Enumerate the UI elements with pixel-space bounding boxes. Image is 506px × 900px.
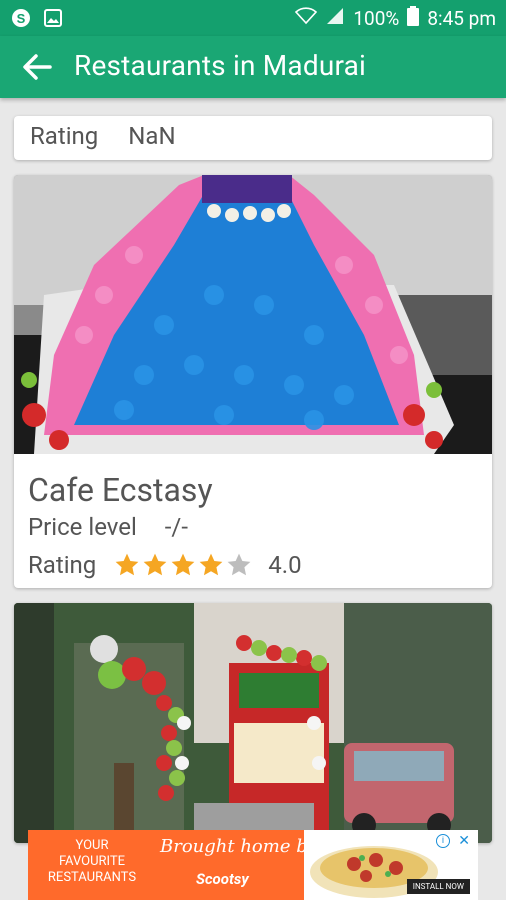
price-level-label: Price level: [28, 513, 137, 541]
status-bar: S 100% 8:45 pm: [0, 0, 506, 36]
ad-tagline: YOUR FAVOURITE RESTAURANTS: [47, 838, 137, 885]
page-title: Restaurants in Madurai: [74, 49, 367, 82]
rating-stars: [114, 552, 252, 578]
ad-brand: Scootsy: [196, 870, 249, 888]
star-filled-icon: [143, 553, 167, 576]
image-icon: [42, 7, 64, 29]
signal-icon: [325, 7, 345, 30]
rating-label: Rating: [30, 122, 99, 150]
restaurant-card[interactable]: Cafe Ecstasy Price level -/- Rating 4.0: [14, 175, 492, 588]
ad-banner[interactable]: YOUR FAVOURITE RESTAURANTS Brought home …: [28, 830, 478, 900]
rating-value: NaN: [128, 122, 176, 150]
skype-icon: S: [10, 7, 32, 29]
battery-icon: [407, 6, 420, 31]
restaurant-photo: [14, 175, 492, 454]
price-level-value: -/-: [164, 513, 188, 541]
rating-value: 4.0: [268, 551, 302, 579]
ad-close-icon[interactable]: ✕: [458, 833, 470, 849]
svg-text:S: S: [17, 11, 26, 26]
star-filled-icon: [199, 553, 223, 576]
restaurant-card-partial[interactable]: Rating NaN: [14, 116, 492, 160]
restaurant-name: Cafe Ecstasy: [28, 471, 213, 509]
wifi-icon: [295, 7, 318, 30]
rating-label: Rating: [28, 551, 97, 579]
restaurant-card[interactable]: [14, 603, 492, 843]
restaurant-photo: [14, 603, 492, 843]
battery-percent: 100%: [353, 7, 400, 30]
star-filled-icon: [115, 553, 139, 576]
ad-headline: Brought home by: [160, 836, 318, 857]
app-bar: Restaurants in Madurai: [0, 36, 506, 98]
back-arrow-icon[interactable]: [20, 52, 54, 82]
star-filled-icon: [171, 553, 195, 576]
ad-info-icon[interactable]: i: [436, 834, 450, 848]
star-empty-icon: [227, 553, 251, 576]
install-now-button[interactable]: INSTALL NOW: [406, 879, 470, 894]
clock: 8:45 pm: [427, 7, 496, 30]
